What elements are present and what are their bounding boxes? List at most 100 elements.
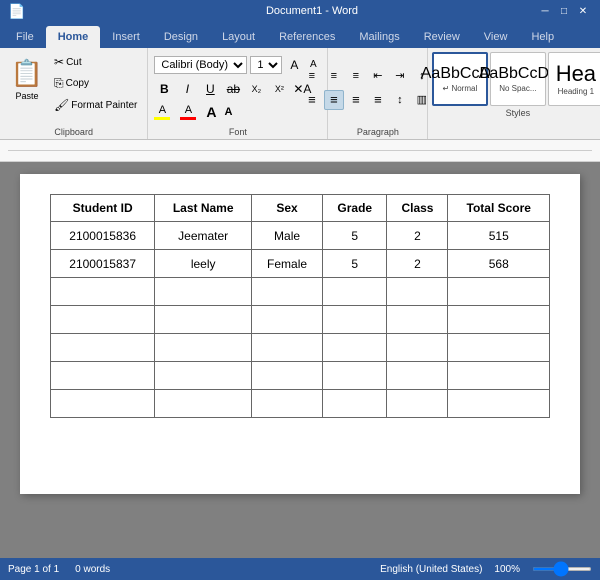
cell-r3-c4[interactable]	[387, 306, 448, 334]
italic-button[interactable]: I	[177, 79, 197, 99]
font-name-select[interactable]: Calibri (Body)	[154, 56, 247, 74]
cell-r3-c1[interactable]	[155, 306, 252, 334]
bullets-button[interactable]: ≡	[302, 66, 322, 86]
cell-r6-c0[interactable]	[51, 390, 155, 418]
cell-r1-c0[interactable]: 2100015837	[51, 250, 155, 278]
cut-button[interactable]: ✂ Cut	[50, 52, 141, 72]
style-no-spacing[interactable]: AaBbCcDc No Spac...	[490, 52, 546, 106]
decrease-indent-button[interactable]: ⇤	[368, 66, 388, 86]
document-page[interactable]: Student ID Last Name Sex Grade Class Tot…	[20, 174, 580, 494]
cell-r0-c2[interactable]: Male	[252, 222, 323, 250]
cell-r2-c1[interactable]	[155, 278, 252, 306]
font-size-up-button[interactable]: A	[206, 104, 216, 120]
word-icon: 📄	[8, 3, 25, 20]
cell-r1-c2[interactable]: Female	[252, 250, 323, 278]
format-painter-button[interactable]: 🖌 Format Painter	[50, 95, 141, 115]
close-button[interactable]: ✕	[574, 3, 592, 19]
table-row[interactable]	[51, 390, 550, 418]
cell-r4-c3[interactable]	[323, 334, 387, 362]
cell-r3-c0[interactable]	[51, 306, 155, 334]
tab-help[interactable]: Help	[519, 26, 566, 48]
cell-r5-c3[interactable]	[323, 362, 387, 390]
cell-r4-c4[interactable]	[387, 334, 448, 362]
table-row[interactable]	[51, 278, 550, 306]
ribbon-tab-bar: File Home Insert Design Layout Reference…	[0, 22, 600, 48]
cell-r0-c1[interactable]: Jeemater	[155, 222, 252, 250]
copy-label: Copy	[66, 78, 89, 89]
tab-insert[interactable]: Insert	[100, 26, 152, 48]
table-row[interactable]	[51, 362, 550, 390]
text-highlight-button[interactable]: A	[154, 104, 170, 120]
cell-r1-c1[interactable]: leely	[155, 250, 252, 278]
cell-r3-c2[interactable]	[252, 306, 323, 334]
cell-r0-c4[interactable]: 2	[387, 222, 448, 250]
cell-r2-c4[interactable]	[387, 278, 448, 306]
strikethrough-button[interactable]: ab	[223, 79, 243, 99]
font-down-icon: A	[225, 106, 233, 118]
cell-r1-c5[interactable]: 568	[448, 250, 550, 278]
cell-r1-c3[interactable]: 5	[323, 250, 387, 278]
cell-r2-c5[interactable]	[448, 278, 550, 306]
highlight-icon: A	[159, 104, 166, 116]
minimize-button[interactable]: ─	[536, 3, 554, 19]
align-center-button[interactable]: ≡	[324, 90, 344, 110]
cell-r5-c0[interactable]	[51, 362, 155, 390]
tab-mailings[interactable]: Mailings	[347, 26, 411, 48]
cell-r6-c2[interactable]	[252, 390, 323, 418]
cell-r5-c1[interactable]	[155, 362, 252, 390]
cell-r0-c0[interactable]: 2100015836	[51, 222, 155, 250]
zoom-slider[interactable]	[532, 567, 592, 571]
align-left-button[interactable]: ≡	[302, 90, 322, 110]
style-heading1[interactable]: Hea Heading 1	[548, 52, 600, 106]
cell-r5-c5[interactable]	[448, 362, 550, 390]
cell-r6-c1[interactable]	[155, 390, 252, 418]
paste-button[interactable]: 📋 Paste	[6, 52, 48, 104]
font-size-down-button[interactable]: A	[225, 106, 233, 118]
cell-r6-c4[interactable]	[387, 390, 448, 418]
numbering-button[interactable]: ≡	[324, 66, 344, 86]
highlight-color-bar	[154, 117, 170, 120]
font-color-button[interactable]: A	[180, 104, 196, 120]
table-row[interactable]: 2100015836JeematerMale52515	[51, 222, 550, 250]
cell-r4-c1[interactable]	[155, 334, 252, 362]
cell-r2-c0[interactable]	[51, 278, 155, 306]
tab-design[interactable]: Design	[152, 26, 210, 48]
copy-button[interactable]: ⎘ Copy	[50, 73, 141, 94]
tab-review[interactable]: Review	[412, 26, 472, 48]
window-title: Document1 - Word	[88, 5, 536, 17]
cell-r6-c3[interactable]	[323, 390, 387, 418]
cell-r5-c4[interactable]	[387, 362, 448, 390]
cell-r4-c5[interactable]	[448, 334, 550, 362]
tab-layout[interactable]: Layout	[210, 26, 267, 48]
cell-r3-c3[interactable]	[323, 306, 387, 334]
underline-button[interactable]: U	[200, 79, 220, 99]
table-row[interactable]: 2100015837leelyFemale52568	[51, 250, 550, 278]
increase-indent-button[interactable]: ⇥	[390, 66, 410, 86]
font-size-select[interactable]: 11	[250, 56, 282, 74]
cell-r2-c3[interactable]	[323, 278, 387, 306]
subscript-button[interactable]: X₂	[246, 79, 266, 99]
font-size-increase-button[interactable]: A	[285, 56, 303, 74]
cell-r1-c4[interactable]: 2	[387, 250, 448, 278]
maximize-button[interactable]: □	[555, 3, 573, 19]
cell-r4-c0[interactable]	[51, 334, 155, 362]
tab-view[interactable]: View	[472, 26, 520, 48]
table-row[interactable]	[51, 334, 550, 362]
cell-r5-c2[interactable]	[252, 362, 323, 390]
cell-r4-c2[interactable]	[252, 334, 323, 362]
cell-r3-c5[interactable]	[448, 306, 550, 334]
cell-r0-c3[interactable]: 5	[323, 222, 387, 250]
bold-button[interactable]: B	[154, 79, 174, 99]
table-row[interactable]	[51, 306, 550, 334]
superscript-button[interactable]: X²	[269, 79, 289, 99]
tab-home[interactable]: Home	[46, 26, 101, 48]
multilevel-button[interactable]: ≡	[346, 66, 366, 86]
tab-file[interactable]: File	[4, 26, 46, 48]
cell-r2-c2[interactable]	[252, 278, 323, 306]
cell-r0-c5[interactable]: 515	[448, 222, 550, 250]
line-spacing-button[interactable]: ↕	[390, 90, 410, 110]
tab-references[interactable]: References	[267, 26, 347, 48]
cell-r6-c5[interactable]	[448, 390, 550, 418]
justify-button[interactable]: ≡	[368, 90, 388, 110]
align-right-button[interactable]: ≡	[346, 90, 366, 110]
